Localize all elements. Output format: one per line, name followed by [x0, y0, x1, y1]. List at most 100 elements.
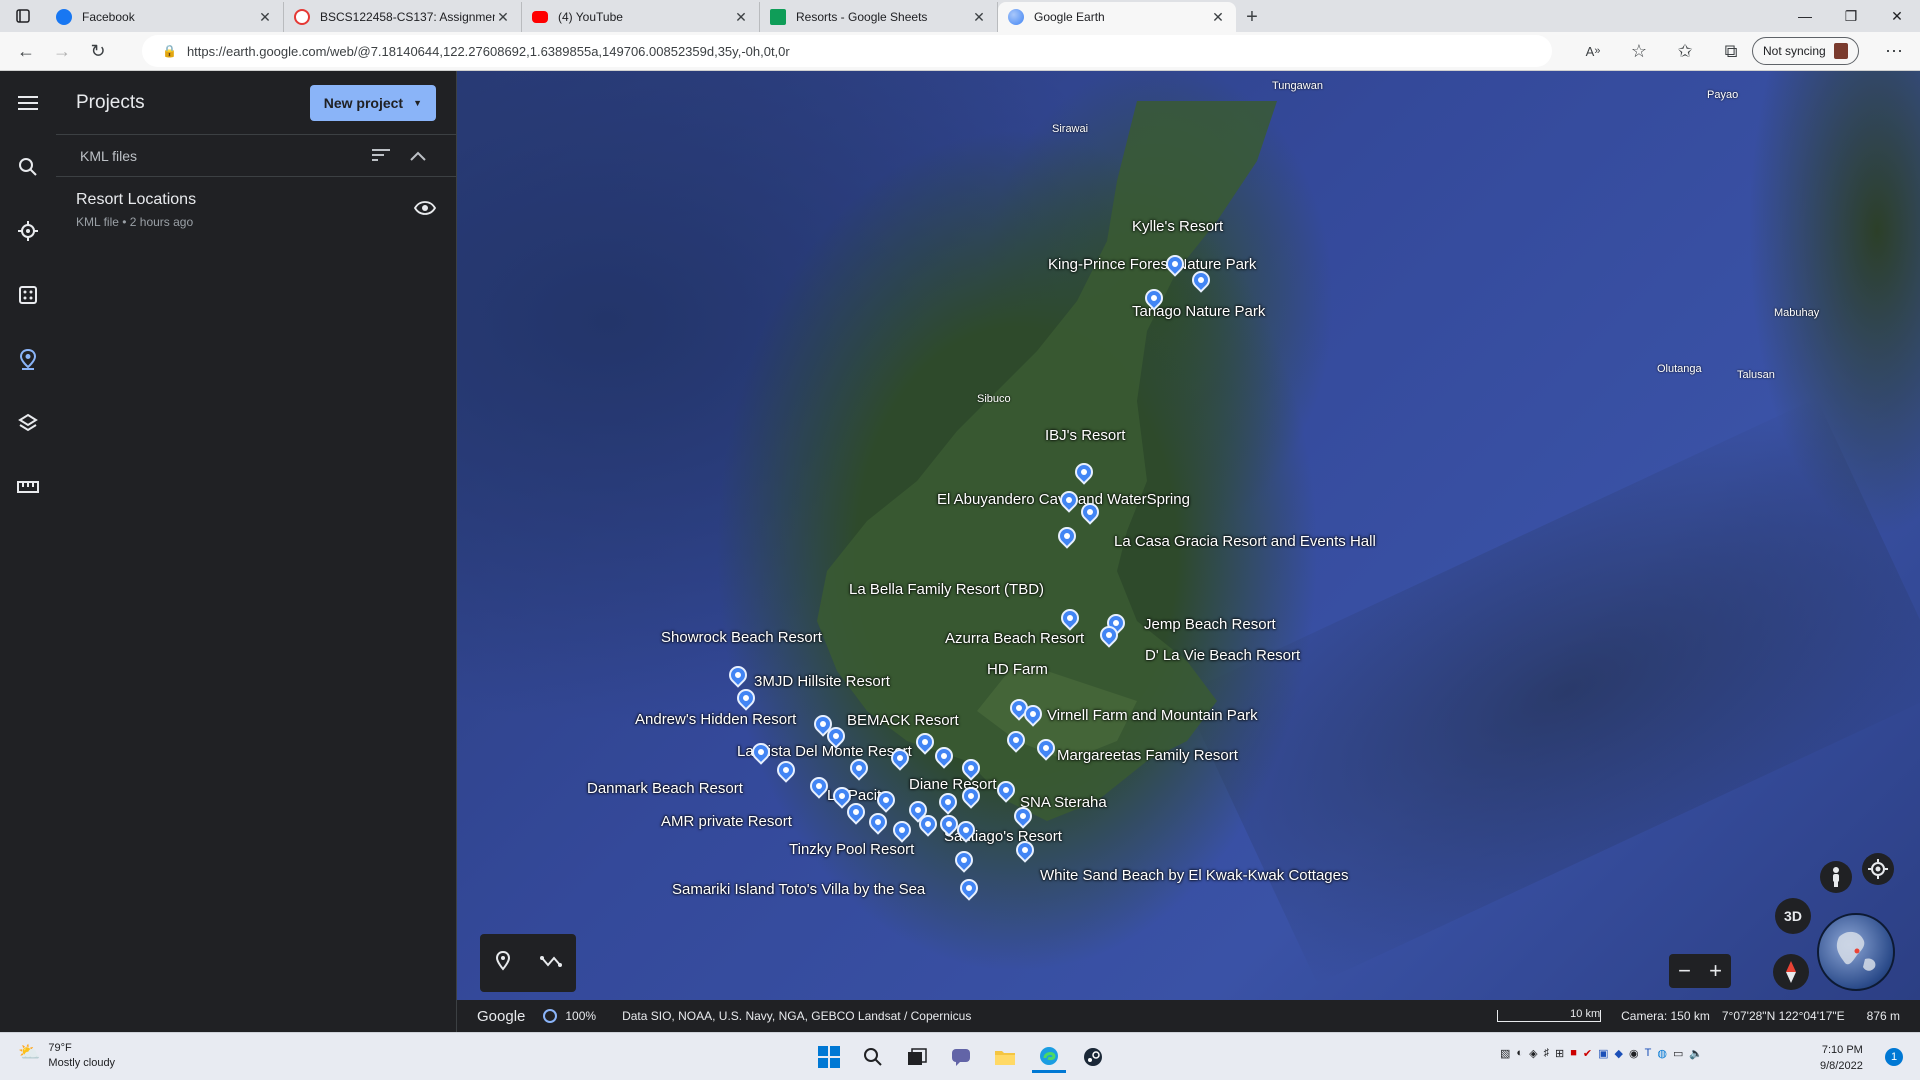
- reload-icon[interactable]: ↻: [80, 35, 116, 67]
- profile-sync-button[interactable]: Not syncing: [1752, 37, 1859, 65]
- tray-app-icon[interactable]: ■: [1570, 1047, 1577, 1060]
- chat-icon[interactable]: [944, 1041, 978, 1073]
- close-tab-icon[interactable]: ✕: [1210, 9, 1226, 26]
- weather-widget[interactable]: ⛅ 79°F Mostly cloudy: [18, 1042, 115, 1069]
- tray-app-icon[interactable]: ⊞: [1555, 1047, 1564, 1060]
- resort-label[interactable]: SNA Steraha: [1020, 794, 1107, 811]
- sync-label: Not syncing: [1763, 44, 1826, 58]
- menu-icon[interactable]: [14, 89, 42, 117]
- collapse-icon[interactable]: [410, 148, 426, 164]
- resort-label[interactable]: White Sand Beach by El Kwak-Kwak Cottage…: [1040, 867, 1348, 884]
- new-tab-button[interactable]: +: [1236, 2, 1268, 32]
- list-item[interactable]: Resort Locations KML file • 2 hours ago: [56, 177, 456, 243]
- collections-icon[interactable]: ⧉: [1713, 35, 1749, 67]
- resort-label[interactable]: HD Farm: [987, 661, 1048, 678]
- map-view[interactable]: Tungawan Sirawai Payao Sibuco Mabuhay Ol…: [457, 71, 1920, 1000]
- voyager-icon[interactable]: [14, 217, 42, 245]
- task-view-icon[interactable]: [900, 1041, 934, 1073]
- kml-section-header[interactable]: KML files: [56, 135, 456, 177]
- forward-icon[interactable]: →: [44, 35, 80, 67]
- tab-google-earth[interactable]: Google Earth ✕: [998, 2, 1236, 32]
- resort-label[interactable]: Virnell Farm and Mountain Park: [1047, 707, 1258, 724]
- favorites-icon[interactable]: ✩: [1667, 35, 1703, 67]
- tray-app-icon[interactable]: ◈: [1529, 1047, 1537, 1060]
- my-location-icon[interactable]: [1862, 853, 1894, 885]
- projects-icon[interactable]: [14, 345, 42, 373]
- clock[interactable]: 7:10 PM 9/8/2022: [1820, 1042, 1863, 1074]
- tray-app-icon[interactable]: ◉: [1629, 1047, 1639, 1060]
- resort-label[interactable]: BEMACK Resort: [847, 712, 959, 729]
- minimize-icon[interactable]: —: [1782, 0, 1828, 32]
- measure-icon[interactable]: [14, 473, 42, 501]
- zoom-out-button[interactable]: −: [1678, 958, 1691, 984]
- resort-label[interactable]: Kylle's Resort: [1132, 218, 1223, 235]
- address-bar[interactable]: 🔒 https://earth.google.com/web/@7.181406…: [142, 35, 1552, 67]
- restore-icon[interactable]: ❐: [1828, 0, 1874, 32]
- close-tab-icon[interactable]: ✕: [733, 9, 749, 26]
- close-window-icon[interactable]: ✕: [1874, 0, 1920, 32]
- file-explorer-icon[interactable]: [988, 1041, 1022, 1073]
- tab-assignment[interactable]: BSCS122458-CS137: Assignment ✕: [284, 2, 522, 32]
- tab-sheets[interactable]: Resorts - Google Sheets ✕: [760, 2, 998, 32]
- close-tab-icon[interactable]: ✕: [257, 9, 273, 26]
- notification-badge[interactable]: 1: [1885, 1048, 1903, 1066]
- tray-app-icon[interactable]: ▣: [1598, 1047, 1608, 1060]
- resort-label[interactable]: Diane Resort: [909, 776, 997, 793]
- tab-title: (4) YouTube: [558, 10, 623, 24]
- search-icon[interactable]: [14, 153, 42, 181]
- edge-icon[interactable]: [1032, 1041, 1066, 1073]
- compass-icon[interactable]: [1773, 954, 1809, 990]
- close-tab-icon[interactable]: ✕: [971, 9, 987, 26]
- volume-icon[interactable]: 🔈: [1689, 1047, 1703, 1060]
- tray-app-icon[interactable]: ◆: [1615, 1047, 1623, 1060]
- resort-label[interactable]: Danmark Beach Resort: [587, 780, 743, 797]
- street-view-icon[interactable]: [1820, 861, 1852, 893]
- resort-label[interactable]: Margareetas Family Resort: [1057, 747, 1238, 764]
- resort-label[interactable]: Tinzky Pool Resort: [789, 841, 914, 858]
- globe-minimap[interactable]: [1817, 913, 1895, 991]
- close-tab-icon[interactable]: ✕: [495, 9, 511, 26]
- 3d-toggle-button[interactable]: 3D: [1775, 898, 1811, 934]
- read-aloud-icon[interactable]: A»: [1575, 35, 1611, 67]
- resort-label[interactable]: King-Prince Forest Nature Park: [1048, 256, 1256, 273]
- resort-label[interactable]: Showrock Beach Resort: [661, 629, 822, 646]
- draw-path-icon[interactable]: [539, 954, 562, 973]
- resort-label[interactable]: D' La Vie Beach Resort: [1145, 647, 1300, 664]
- resort-label[interactable]: IBJ's Resort: [1045, 427, 1125, 444]
- tray-app-icon[interactable]: ◐: [1516, 1047, 1523, 1060]
- resort-label[interactable]: Azurra Beach Resort: [945, 630, 1084, 647]
- steam-icon[interactable]: [1076, 1041, 1110, 1073]
- visibility-icon[interactable]: [413, 201, 437, 220]
- map-style-icon[interactable]: [14, 409, 42, 437]
- zoom-in-button[interactable]: +: [1709, 958, 1722, 984]
- resort-label[interactable]: AMR private Resort: [661, 813, 792, 830]
- feeling-lucky-icon[interactable]: [14, 281, 42, 309]
- tab-youtube[interactable]: (4) YouTube ✕: [522, 2, 760, 32]
- resort-label[interactable]: Andrew's Hidden Resort: [635, 711, 796, 728]
- tray-app-icon[interactable]: ♯: [1544, 1047, 1550, 1060]
- start-icon[interactable]: [812, 1041, 846, 1073]
- network-icon[interactable]: ▭: [1673, 1047, 1683, 1060]
- resort-label[interactable]: La Bella Family Resort (TBD): [849, 581, 1044, 598]
- camera-altitude: Camera: 150 km: [1621, 1009, 1710, 1023]
- tab-actions-icon[interactable]: [0, 0, 46, 32]
- favorite-star-icon[interactable]: ☆: [1621, 35, 1657, 67]
- place-label: Talusan: [1737, 369, 1775, 381]
- back-icon[interactable]: ←: [8, 35, 44, 67]
- sort-icon[interactable]: [372, 148, 390, 164]
- tray-app-icon[interactable]: ◍: [1657, 1047, 1667, 1060]
- tab-title: BSCS122458-CS137: Assignment: [320, 10, 495, 24]
- resort-label[interactable]: Jemp Beach Resort: [1144, 616, 1276, 633]
- resort-label[interactable]: Samariki Island Toto's Villa by the Sea: [672, 881, 925, 898]
- tray-app-icon[interactable]: ✔: [1583, 1047, 1592, 1060]
- more-menu-icon[interactable]: ⋯: [1876, 35, 1912, 67]
- add-placemark-icon[interactable]: [495, 950, 511, 976]
- tray-app-icon[interactable]: ▧: [1500, 1047, 1510, 1060]
- attribution[interactable]: Data SIO, NOAA, U.S. Navy, NGA, GEBCO La…: [622, 1009, 971, 1023]
- search-icon[interactable]: [856, 1041, 890, 1073]
- resort-label[interactable]: La Casa Gracia Resort and Events Hall: [1114, 533, 1376, 550]
- tab-facebook[interactable]: Facebook ✕: [46, 2, 284, 32]
- tray-app-icon[interactable]: T: [1645, 1047, 1652, 1060]
- new-project-button[interactable]: New project ▼: [309, 85, 436, 121]
- resort-label[interactable]: 3MJD Hillsite Resort: [754, 673, 890, 690]
